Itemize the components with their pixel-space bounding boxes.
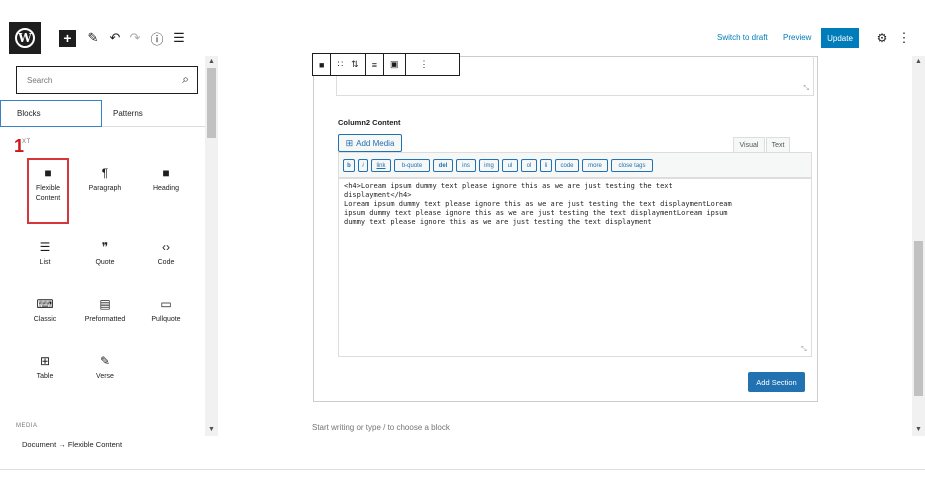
add-media-button[interactable]: ⊞ Add Media — [338, 134, 402, 152]
update-button[interactable]: Update — [821, 28, 859, 48]
redo-icon[interactable]: ↷ — [128, 29, 142, 47]
more-options-icon[interactable]: ⋮ — [406, 54, 443, 75]
scroll-up-icon[interactable]: ▲ — [208, 58, 215, 65]
quicktag-b-button[interactable]: b — [343, 159, 355, 172]
block-inserter-panel: Search ⌕ Blocks Patterns 1 XT ■ Flexible … — [0, 56, 218, 436]
block-table[interactable]: ⊞ Table — [20, 348, 70, 404]
settings-gear-icon[interactable]: ⚙ — [875, 29, 889, 47]
block-icon: ✎ — [99, 354, 111, 368]
block-label: Pullquote — [151, 316, 181, 323]
block-label: Quote — [95, 259, 115, 266]
align-icon[interactable]: ≡ — [366, 54, 384, 75]
block-code[interactable]: ‹› Code — [141, 234, 191, 290]
resize-handle-icon[interactable]: ⤡ — [803, 85, 809, 93]
quicktag-li-button[interactable]: li — [540, 159, 552, 172]
block-label: Paragraph — [88, 185, 122, 192]
media-category-label: MEDIA — [16, 423, 38, 429]
block-label: Code — [157, 259, 175, 266]
category-label: XT — [22, 139, 31, 145]
resize-handle-icon[interactable]: ⤡ — [801, 346, 807, 354]
add-media-label: Add Media — [356, 138, 395, 148]
drag-handle-icon[interactable]: ∷ — [331, 54, 345, 75]
quicktag-ol-button[interactable]: ol — [521, 159, 537, 172]
layout-icon[interactable]: ▣ — [384, 54, 406, 75]
editor-footer: Document → Flexible Content — [0, 436, 925, 470]
quicktag-close-tags-button[interactable]: close tags — [611, 159, 653, 172]
scroll-down-icon[interactable]: ▼ — [915, 426, 922, 433]
quicktag-img-button[interactable]: img — [479, 159, 499, 172]
inserter-tabs: Blocks Patterns — [0, 100, 205, 127]
block-icon: ⌨ — [36, 297, 54, 311]
switch-to-draft-button[interactable]: Switch to draft — [717, 33, 768, 42]
breadcrumb[interactable]: Document → Flexible Content — [22, 440, 122, 449]
scrollbar-thumb[interactable] — [914, 241, 923, 396]
block-label: Flexible Content — [35, 185, 61, 202]
quicktag-ins-button[interactable]: ins — [456, 159, 476, 172]
block-toolbar: ■ ∷ ⇅ ≡ ▣ ⋮ — [312, 53, 460, 76]
block-type-icon[interactable]: ■ — [313, 54, 332, 75]
block-paragraph[interactable]: ¶ Paragraph — [80, 160, 130, 216]
tab-text[interactable]: Text — [766, 137, 790, 153]
editor-scrollbar[interactable]: ▲ ▼ — [912, 56, 925, 436]
block-appender-placeholder[interactable]: Start writing or type / to choose a bloc… — [312, 423, 450, 432]
quicktag-b-quote-button[interactable]: b-quote — [394, 159, 430, 172]
add-media-icon: ⊞ — [345, 137, 354, 148]
tab-blocks[interactable]: Blocks — [0, 100, 102, 127]
block-icon: ■ — [162, 166, 170, 180]
block-preformatted[interactable]: ▤ Preformatted — [80, 291, 130, 347]
tab-visual[interactable]: Visual — [733, 137, 765, 153]
block-icon: ¶ — [101, 166, 109, 180]
block-classic[interactable]: ⌨ Classic — [20, 291, 70, 347]
quicktag-ul-button[interactable]: ul — [502, 159, 518, 172]
block-icon: ■ — [44, 166, 52, 180]
top-toolbar: W + ✎ ↶ ↷ ⓘ ☰ Switch to draft Preview Up… — [0, 0, 925, 56]
block-list[interactable]: ☰ List — [20, 234, 70, 290]
info-icon[interactable]: ⓘ — [150, 29, 164, 47]
edit-tools-icon[interactable]: ✎ — [86, 29, 100, 47]
block-label: Preformatted — [84, 316, 126, 323]
block-icon: ☰ — [39, 240, 51, 254]
scrollbar-thumb[interactable] — [207, 68, 216, 138]
wordpress-logo-button[interactable]: W — [9, 22, 41, 54]
list-view-icon[interactable]: ☰ — [172, 29, 186, 47]
tab-patterns[interactable]: Patterns — [113, 100, 143, 127]
block-quote[interactable]: ❞ Quote — [80, 234, 130, 290]
block-label: Table — [36, 373, 54, 380]
block-icon: ▭ — [160, 297, 172, 311]
block-search-input[interactable]: Search ⌕ — [16, 66, 198, 94]
inserter-scrollbar[interactable]: ▲ ▼ — [205, 56, 218, 436]
quicktags-toolbar: b i link b-quote del ins img ul ol li code more clos… — [338, 152, 812, 178]
column2-content-textarea[interactable]: <h4>Loream ipsum dummy text please ignor… — [338, 178, 812, 357]
block-heading[interactable]: ■ Heading — [141, 160, 191, 216]
scroll-down-icon[interactable]: ▼ — [208, 426, 215, 433]
preview-button[interactable]: Preview — [783, 33, 811, 42]
quicktag-code-button[interactable]: code — [555, 159, 579, 172]
quicktag-del-button[interactable]: del — [433, 159, 453, 172]
field-label: Column2 Content — [338, 118, 401, 127]
search-icon: ⌕ — [182, 72, 189, 86]
quicktag-i-button[interactable]: i — [358, 159, 368, 172]
block-icon: ⊞ — [39, 354, 51, 368]
block-label: Heading — [152, 185, 180, 192]
block-verse[interactable]: ✎ Verse — [80, 348, 130, 404]
quicktag-link-button[interactable]: link — [371, 159, 391, 172]
block-flexible-content[interactable]: ■ Flexible Content — [27, 158, 69, 224]
block-label: Verse — [96, 373, 114, 380]
editor-canvas: ⤡ ■ ∷ ⇅ ≡ ▣ ⋮ Column2 Content ⊞ Add Medi… — [218, 53, 925, 436]
block-icon: ▤ — [99, 297, 111, 311]
quicktag-more-button[interactable]: more — [582, 159, 608, 172]
add-section-button[interactable]: Add Section — [748, 372, 805, 392]
wordpress-logo-icon: W — [15, 28, 35, 48]
block-label: Classic — [33, 316, 57, 323]
add-block-button[interactable]: + — [59, 30, 76, 47]
block-icon: ‹› — [162, 240, 170, 254]
undo-icon[interactable]: ↶ — [108, 29, 122, 47]
block-label: List — [39, 259, 51, 266]
block-pullquote[interactable]: ▭ Pullquote — [141, 291, 191, 347]
more-options-icon[interactable]: ⋮ — [898, 29, 911, 47]
move-icon[interactable]: ⇅ — [345, 54, 366, 75]
block-icon: ❞ — [101, 240, 109, 254]
search-placeholder: Search — [27, 76, 53, 85]
scroll-up-icon[interactable]: ▲ — [915, 58, 922, 65]
